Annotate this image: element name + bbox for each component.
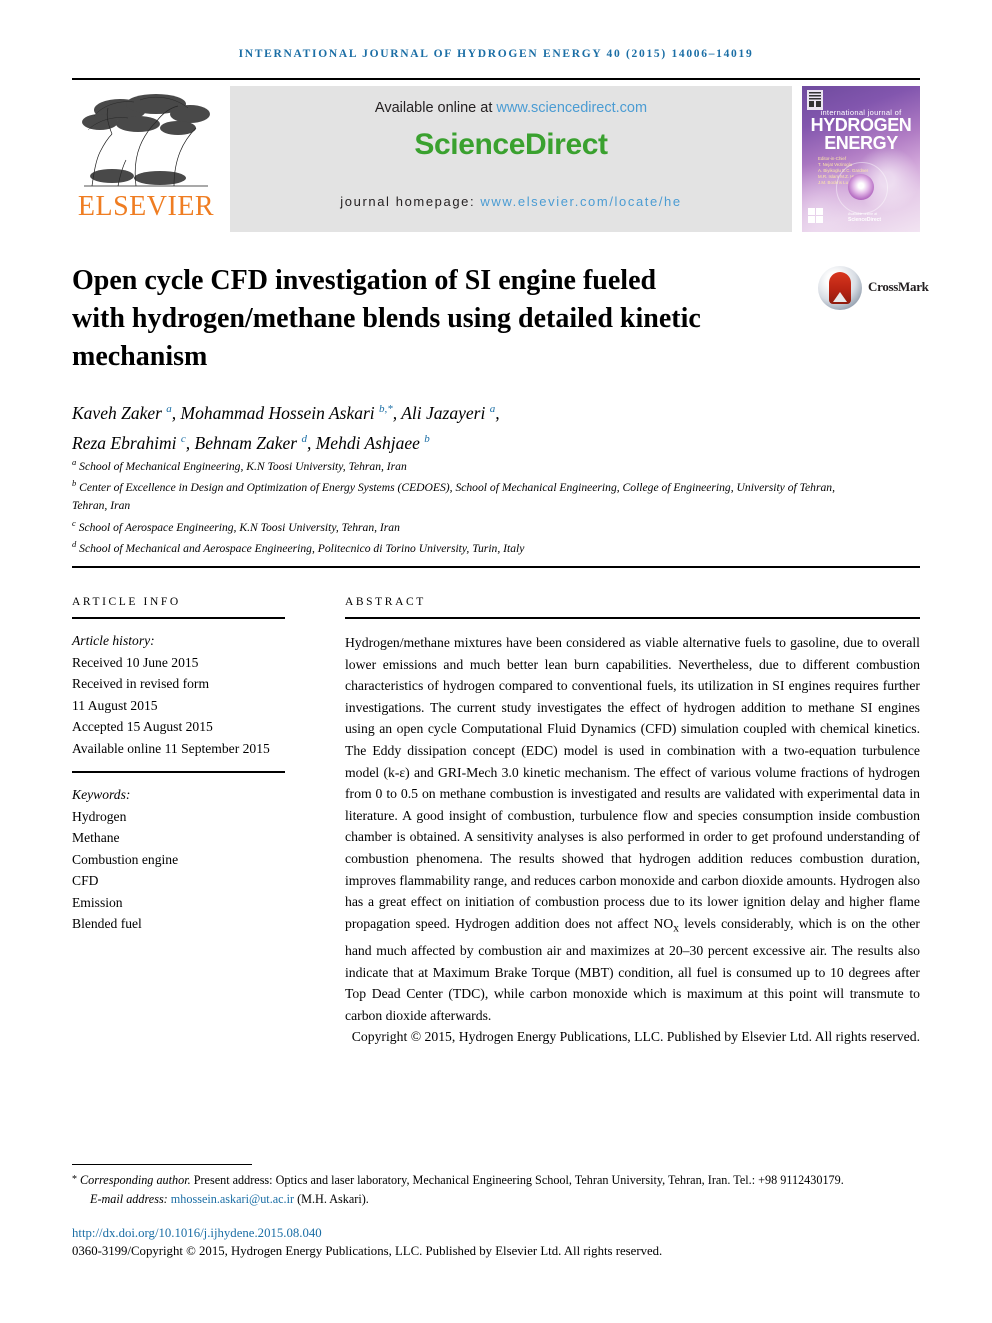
elsevier-wordmark: ELSEVIER (77, 191, 215, 222)
affiliation-item: c School of Aerospace Engineering, K.N T… (72, 515, 872, 536)
crossmark-icon (818, 266, 862, 310)
journal-banner: ELSEVIER Available online at www.science… (72, 86, 920, 232)
footnote-block: * Corresponding author. Present address:… (72, 1172, 922, 1207)
article-info-rule (72, 617, 285, 619)
cover-title-line2: ENERGY (824, 133, 898, 153)
affiliation-mark: b (72, 478, 77, 489)
email-note: E-mail address: mhossein.askari@ut.ac.ir… (72, 1191, 922, 1208)
author-line-2: Reza Ebrahimi c, Behnam Zaker d, Mehdi A… (72, 432, 430, 453)
keyword-item: Emission (72, 894, 123, 910)
keyword-item: Combustion engine (72, 851, 179, 867)
crossmark-notch-shape (833, 292, 847, 302)
asterisk-icon: * (72, 1174, 77, 1185)
history-item: 11 August 2015 (72, 697, 158, 713)
history-item: Received in revised form (72, 676, 210, 691)
author-list: Kaveh Zaker a, Mohammad Hossein Askari b… (72, 396, 872, 456)
email-link[interactable]: mhossein.askari@ut.ac.ir (171, 1192, 294, 1206)
elsevier-tree-icon (82, 94, 210, 187)
sciencedirect-logo: ScienceDirect (414, 128, 608, 161)
cover-sphere-decoration (848, 174, 874, 200)
doi-link[interactable]: http://dx.doi.org/10.1016/j.ijhydene.201… (72, 1226, 322, 1240)
keyword-item: CFD (72, 873, 99, 888)
available-online-line: Available online at www.sciencedirect.co… (230, 100, 792, 116)
abstract-copyright: Copyright © 2015, Hydrogen Energy Public… (351, 1029, 920, 1045)
abstract-body: Hydrogen/methane mixtures have been cons… (345, 635, 921, 1023)
affiliation-text: School of Mechanical and Aerospace Engin… (79, 541, 525, 555)
affiliation-item: d School of Mechanical and Aerospace Eng… (72, 536, 872, 557)
section-divider-rule (72, 566, 920, 568)
journal-homepage-line: journal homepage: www.elsevier.com/locat… (230, 194, 792, 209)
affiliation-text: School of Aerospace Engineering, K.N Too… (78, 520, 400, 534)
svg-text:Available online at: Available online at (848, 212, 877, 216)
article-info-column: ARTICLE INFO Article history: Received 1… (72, 596, 285, 935)
article-history-label: Article history: (72, 633, 155, 648)
header-rule (72, 78, 920, 80)
affiliation-item: b Center of Excellence in Design and Opt… (72, 475, 872, 514)
sciencedirect-url-link[interactable]: www.sciencedirect.com (496, 100, 647, 116)
abstract-rule (345, 617, 920, 619)
affiliation-mark: a (72, 457, 77, 467)
page-title: Open cycle CFD investigation of SI engin… (72, 265, 701, 372)
crossmark-label: CrossMark (868, 279, 929, 294)
keywords-label: Keywords: (72, 787, 131, 802)
affiliation-text: School of Mechanical Engineering, K.N To… (79, 459, 407, 473)
keywords-block: Keywords: Hydrogen Methane Combustion en… (72, 784, 285, 935)
keyword-item: Methane (72, 830, 120, 845)
affiliation-mark: c (72, 517, 76, 528)
sciencedirect-block: Available online at www.sciencedirect.co… (230, 86, 792, 232)
affiliation-text: Center of Excellence in Design and Optim… (72, 481, 835, 512)
email-label: E-mail address: (90, 1191, 171, 1206)
journal-cover-image: international journal of HYDROGEN ENERGY… (802, 86, 920, 232)
history-item: Received 10 June 2015 (72, 654, 199, 670)
corresponding-author-text: Present address: Optics and laser labora… (190, 1173, 844, 1187)
history-item: Available online 11 September 2015 (72, 740, 270, 756)
abstract-heading: ABSTRACT (345, 596, 426, 608)
affiliation-mark: d (72, 538, 77, 549)
issn-copyright-line: 0360-3199/Copyright © 2015, Hydrogen Ene… (72, 1244, 663, 1258)
email-suffix: (M.H. Askari). (294, 1191, 369, 1206)
keyword-item: Blended fuel (72, 916, 142, 931)
abstract-column: ABSTRACT Hydrogen/methane mixtures have … (345, 596, 920, 1048)
article-info-heading: ARTICLE INFO (72, 596, 181, 608)
paper-first-page: International Journal of Hydrogen Energy… (0, 0, 992, 1323)
svg-text:ScienceDirect: ScienceDirect (848, 217, 881, 223)
crossmark-badge[interactable]: CrossMark (818, 266, 929, 312)
journal-homepage-prefix: journal homepage: (340, 194, 481, 209)
journal-homepage-link[interactable]: www.elsevier.com/locate/he (480, 194, 681, 209)
article-history-block: Article history: Received 10 June 2015 R… (72, 630, 285, 759)
affiliation-item: a School of Mechanical Engineering, K.N … (72, 454, 872, 475)
cover-elsevier-icon (807, 90, 823, 110)
affiliation-list: a School of Mechanical Engineering, K.N … (72, 454, 872, 557)
elsevier-logo: ELSEVIER (72, 86, 220, 232)
doi-line: http://dx.doi.org/10.1016/j.ijhydene.201… (72, 1226, 322, 1241)
cover-footer-logos: Available online at ScienceDirect (808, 208, 881, 223)
corresponding-author-label: Corresponding author. (80, 1173, 191, 1187)
corresponding-author-note: * Corresponding author. Present address:… (72, 1172, 922, 1189)
keyword-item: Hydrogen (72, 808, 127, 824)
running-head: International Journal of Hydrogen Energy… (238, 48, 754, 60)
footnote-rule (72, 1164, 252, 1165)
available-online-prefix: Available online at (374, 100, 497, 116)
keywords-divider-rule (72, 771, 285, 773)
author-line-1: Kaveh Zaker a, Mohammad Hossein Askari b… (72, 402, 500, 423)
history-item: Accepted 15 August 2015 (72, 719, 213, 734)
